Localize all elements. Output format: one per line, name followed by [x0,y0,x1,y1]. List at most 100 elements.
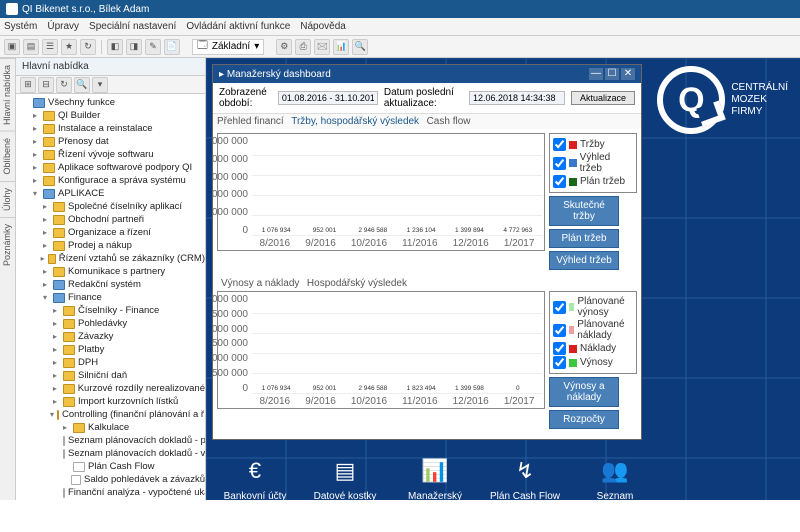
nav-tree[interactable]: Všechny funkce▸QI Builder▸Instalace a re… [16,94,205,500]
main-toolbar: ▣ ▤ ☰ ★ ↻ ◧ ◨ ✎ 📄 🗔 Základní ▾ ⚙ ⎙ 🖂 📊 🔍 [0,36,800,58]
tree-node[interactable]: ▸Číselníky - Finance [16,304,205,317]
chart-legend: Plánované výnosy Plánované náklady Nákla… [549,291,637,374]
tab-hv[interactable]: Hospodářský výsledek [307,278,407,289]
tree-node[interactable]: ▸Import kurzovních lístků [16,395,205,408]
toolbar-button[interactable]: 🔍 [352,39,368,55]
tree-node[interactable]: ▸Redakční systém [16,278,205,291]
tree-node[interactable]: ▸QI Builder [16,109,205,122]
tree-collapse-icon[interactable]: ⊟ [38,77,54,93]
launcher-card[interactable]: 👥Seznam rozpočtů [578,454,652,524]
tree-node[interactable]: ▸Řízení vývoje softwaru [16,148,205,161]
toolbar-button[interactable]: 📄 [164,39,180,55]
tree-node[interactable]: ▾APLIKACE [16,187,205,200]
maximize-icon[interactable]: ☐ [605,68,619,80]
tree-search-icon[interactable]: 🔍 [74,77,90,93]
tree-filter-icon[interactable]: ▾ [92,77,108,93]
tree-node[interactable]: Seznam plánovacích dokladů - výdej [16,447,205,460]
tree-node[interactable]: ▸Platby [16,343,205,356]
menu-item[interactable]: Nápověda [300,21,346,32]
vertical-tab-strip: Hlavní nabídka Oblíbené Úlohy Poznámky [0,58,16,500]
tree-node[interactable]: ▸Řízení vztahů se zákazníky (CRM) [16,252,205,265]
refresh-button[interactable]: Aktualizace [571,91,635,105]
tree-node[interactable]: ▾Controlling (finanční plánování a řízen… [16,408,205,421]
menu-item[interactable]: Speciální nastavení [89,21,176,32]
tab-cashflow[interactable]: Cash flow [427,116,471,127]
period-input[interactable] [278,91,378,105]
sidebar-header: Hlavní nabídka [16,58,205,76]
tree-node[interactable]: ▸Přenosy dat [16,135,205,148]
toolbar-button[interactable]: ★ [61,39,77,55]
toolbar-button[interactable]: ▣ [4,39,20,55]
menubar: Systém Úpravy Speciální nastavení Ovládá… [0,18,800,36]
toolbar-button[interactable]: ◧ [107,39,123,55]
launcher-card[interactable]: 📊Manažerský dashboard [398,454,472,524]
updated-input [469,91,565,105]
chart-legend: Tržby Výhled tržeb Plán tržeb [549,133,637,193]
qi-logo-icon: Q [657,66,725,134]
tree-node[interactable]: Všechny funkce [16,96,205,109]
tree-node[interactable]: ▸Pohledávky [16,317,205,330]
vtab-favorites[interactable]: Oblíbené [0,131,15,181]
tree-node[interactable]: ▸Společné číselníky aplikací [16,200,205,213]
vtab-main-menu[interactable]: Hlavní nabídka [0,58,15,131]
btn-revenue-outlook[interactable]: Výhled tržeb [549,251,619,270]
section-title: Přehled financí Tržby, hospodářský výsle… [213,114,641,129]
toolbar-button[interactable]: ⚙ [276,39,292,55]
tree-node[interactable]: Finanční analýza - vypočtené ukazatele [16,486,205,499]
toolbar-button[interactable]: ↻ [80,39,96,55]
revenue-chart: 5 000 0004 000 0003 000 0002 000 0001 00… [217,133,545,251]
minimize-icon[interactable]: — [589,68,603,80]
btn-income-expense[interactable]: Výnosy a náklady [549,377,619,407]
tree-node[interactable]: ▸Komunikace s partnery [16,265,205,278]
menu-item[interactable]: Ovládání aktivní funkce [186,21,290,32]
toolbar-button[interactable]: ✎ [145,39,161,55]
vtab-notes[interactable]: Poznámky [0,217,15,272]
tree-node[interactable]: ▸Prodej a nákup [16,239,205,252]
toolbar-button[interactable]: ☰ [42,39,58,55]
tree-node[interactable]: ▸Kalkulace [16,421,205,434]
tree-node[interactable]: ▸Kurzové rozdíly nerealizované [16,382,205,395]
menu-item[interactable]: Systém [4,21,37,32]
tree-node[interactable]: ▸Organizace a řízení [16,226,205,239]
toolbar-button[interactable]: ◨ [126,39,142,55]
dashboard-window: ▸ Manažerský dashboard — ☐ ✕ Zobrazené o… [212,64,642,440]
tree-node[interactable]: ▸DPH [16,356,205,369]
toolbar-button[interactable]: ▤ [23,39,39,55]
menu-item[interactable]: Úpravy [47,21,79,32]
toolbar-button[interactable]: 🖂 [314,39,330,55]
main-workspace: Q CENTRÁLNÍ MOZEK FIRMY ▸ Manažerský das… [206,58,800,500]
tree-node[interactable]: Seznam plánovacích dokladů - příjem [16,434,205,447]
tree-node[interactable]: ▸Aplikace softwarové podpory QI [16,161,205,174]
tree-node[interactable]: Saldo pohledávek a závazků [16,473,205,486]
tree-node[interactable]: ▸Instalace a reinstalace [16,122,205,135]
tree-node[interactable]: ▸Silniční daň [16,369,205,382]
tree-node[interactable]: ▸Závazky [16,330,205,343]
launcher-icon: 👥 [578,454,652,488]
launcher-row: €Bankovní účty vlastní organizace▤Datové… [206,446,800,532]
tab-trzby[interactable]: Tržby, hospodářský výsledek [291,116,419,127]
tree-node[interactable]: ▸Obchodní partneři [16,213,205,226]
btn-actual-revenue[interactable]: Skutečné tržby [549,196,619,226]
btn-revenue-plan[interactable]: Plán tržeb [549,229,619,248]
tree-node[interactable]: ▸Konfigurace a správa systému [16,174,205,187]
costs-chart: 3 000 0002 500 0002 000 0001 500 0001 00… [217,291,545,409]
brand-logo: Q CENTRÁLNÍ MOZEK FIRMY [657,66,788,134]
launcher-card[interactable]: ↯Plán Cash Flow [488,454,562,524]
launcher-icon: 📊 [398,454,472,488]
btn-budgets[interactable]: Rozpočty [549,410,619,429]
launcher-card[interactable]: ▤Datové kostky [308,454,382,524]
updated-label: Datum poslední aktualizace: [384,87,463,109]
tree-node[interactable]: ▾Finance [16,291,205,304]
close-icon[interactable]: ✕ [621,68,635,80]
tree-refresh-icon[interactable]: ↻ [56,77,72,93]
profile-select[interactable]: 🗔 Základní ▾ [192,39,264,55]
toolbar-button[interactable]: ⎙ [295,39,311,55]
tree-node[interactable]: Plán Cash Flow [16,460,205,473]
period-label: Zobrazené období: [219,87,272,109]
dashboard-filters: Zobrazené období: Datum poslední aktuali… [213,83,641,114]
vtab-tasks[interactable]: Úlohy [0,181,15,217]
launcher-card[interactable]: €Bankovní účty vlastní organizace [218,454,292,524]
dashboard-titlebar[interactable]: ▸ Manažerský dashboard — ☐ ✕ [213,65,641,83]
tree-expand-icon[interactable]: ⊞ [20,77,36,93]
toolbar-button[interactable]: 📊 [333,39,349,55]
